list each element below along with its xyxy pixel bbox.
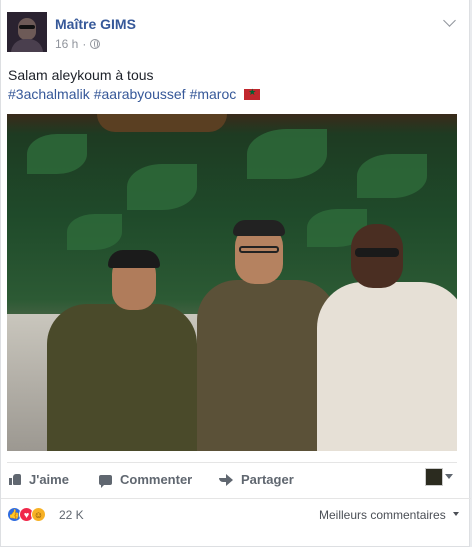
photo-lamp <box>97 114 227 132</box>
avatar-glasses <box>19 25 35 29</box>
hashtag-link[interactable]: #3achalmalik <box>8 86 90 102</box>
caret-down-icon[interactable] <box>453 512 459 516</box>
haha-reaction-icon: ☺ <box>31 507 46 522</box>
photo-leaf <box>127 164 197 210</box>
caret-down-icon[interactable] <box>445 474 453 479</box>
post-text: Salam aleykoum à tous <box>8 67 154 83</box>
photo-leaf <box>27 134 87 174</box>
person-glasses <box>239 246 279 253</box>
avatar-body <box>11 39 43 52</box>
photo-person-right <box>317 224 457 451</box>
person-body <box>317 282 457 451</box>
hashtag-link[interactable]: #maroc <box>190 86 237 102</box>
author-name[interactable]: Maître GIMS <box>55 16 136 32</box>
person-sunglasses <box>355 248 399 257</box>
hashtag-link[interactable]: #aarabyoussef <box>94 86 186 102</box>
reaction-icons[interactable]: 👍 ♥ ☺ <box>7 507 46 522</box>
reaction-count[interactable]: 22 K <box>59 508 84 522</box>
share-button[interactable]: Partager <box>219 472 294 487</box>
morocco-flag-icon <box>244 87 261 100</box>
post-photo[interactable] <box>7 114 457 451</box>
person-body <box>47 304 197 451</box>
thumbs-up-icon <box>9 474 21 485</box>
share-icon <box>219 473 233 486</box>
post-meta: 16 h · <box>55 37 101 51</box>
post-actions: J'aime Commenter Partager <box>7 462 457 495</box>
person-cap <box>108 250 160 268</box>
comment-label: Commenter <box>120 472 193 487</box>
chevron-down-icon[interactable] <box>443 14 456 27</box>
share-label: Partager <box>241 472 294 487</box>
like-label: J'aime <box>29 472 69 487</box>
person-hair <box>233 220 285 236</box>
photo-leaf <box>247 129 327 179</box>
page-switch-avatar[interactable] <box>425 468 443 486</box>
post-hashtags: #3achalmalik #aarabyoussef #maroc <box>8 86 261 102</box>
post-time[interactable]: 16 h <box>55 37 78 51</box>
photo-leaf <box>357 154 427 198</box>
reactions-bar: 👍 ♥ ☺ 22 K Meilleurs commentaires <box>1 498 471 529</box>
author-avatar[interactable] <box>7 12 47 52</box>
photo-person-center <box>197 220 337 451</box>
like-button[interactable]: J'aime <box>9 472 69 487</box>
photo-leaf <box>67 214 122 250</box>
meta-separator: · <box>82 37 87 51</box>
comment-icon <box>99 474 112 488</box>
avatar-head <box>18 18 36 40</box>
comment-sort-dropdown[interactable]: Meilleurs commentaires <box>319 508 446 522</box>
person-body <box>197 280 337 451</box>
comment-button[interactable]: Commenter <box>99 472 193 488</box>
photo-person-left <box>27 250 197 451</box>
globe-icon[interactable] <box>90 39 101 49</box>
post-card: Maître GIMS 16 h · Salam aleykoum à tous… <box>0 0 471 547</box>
